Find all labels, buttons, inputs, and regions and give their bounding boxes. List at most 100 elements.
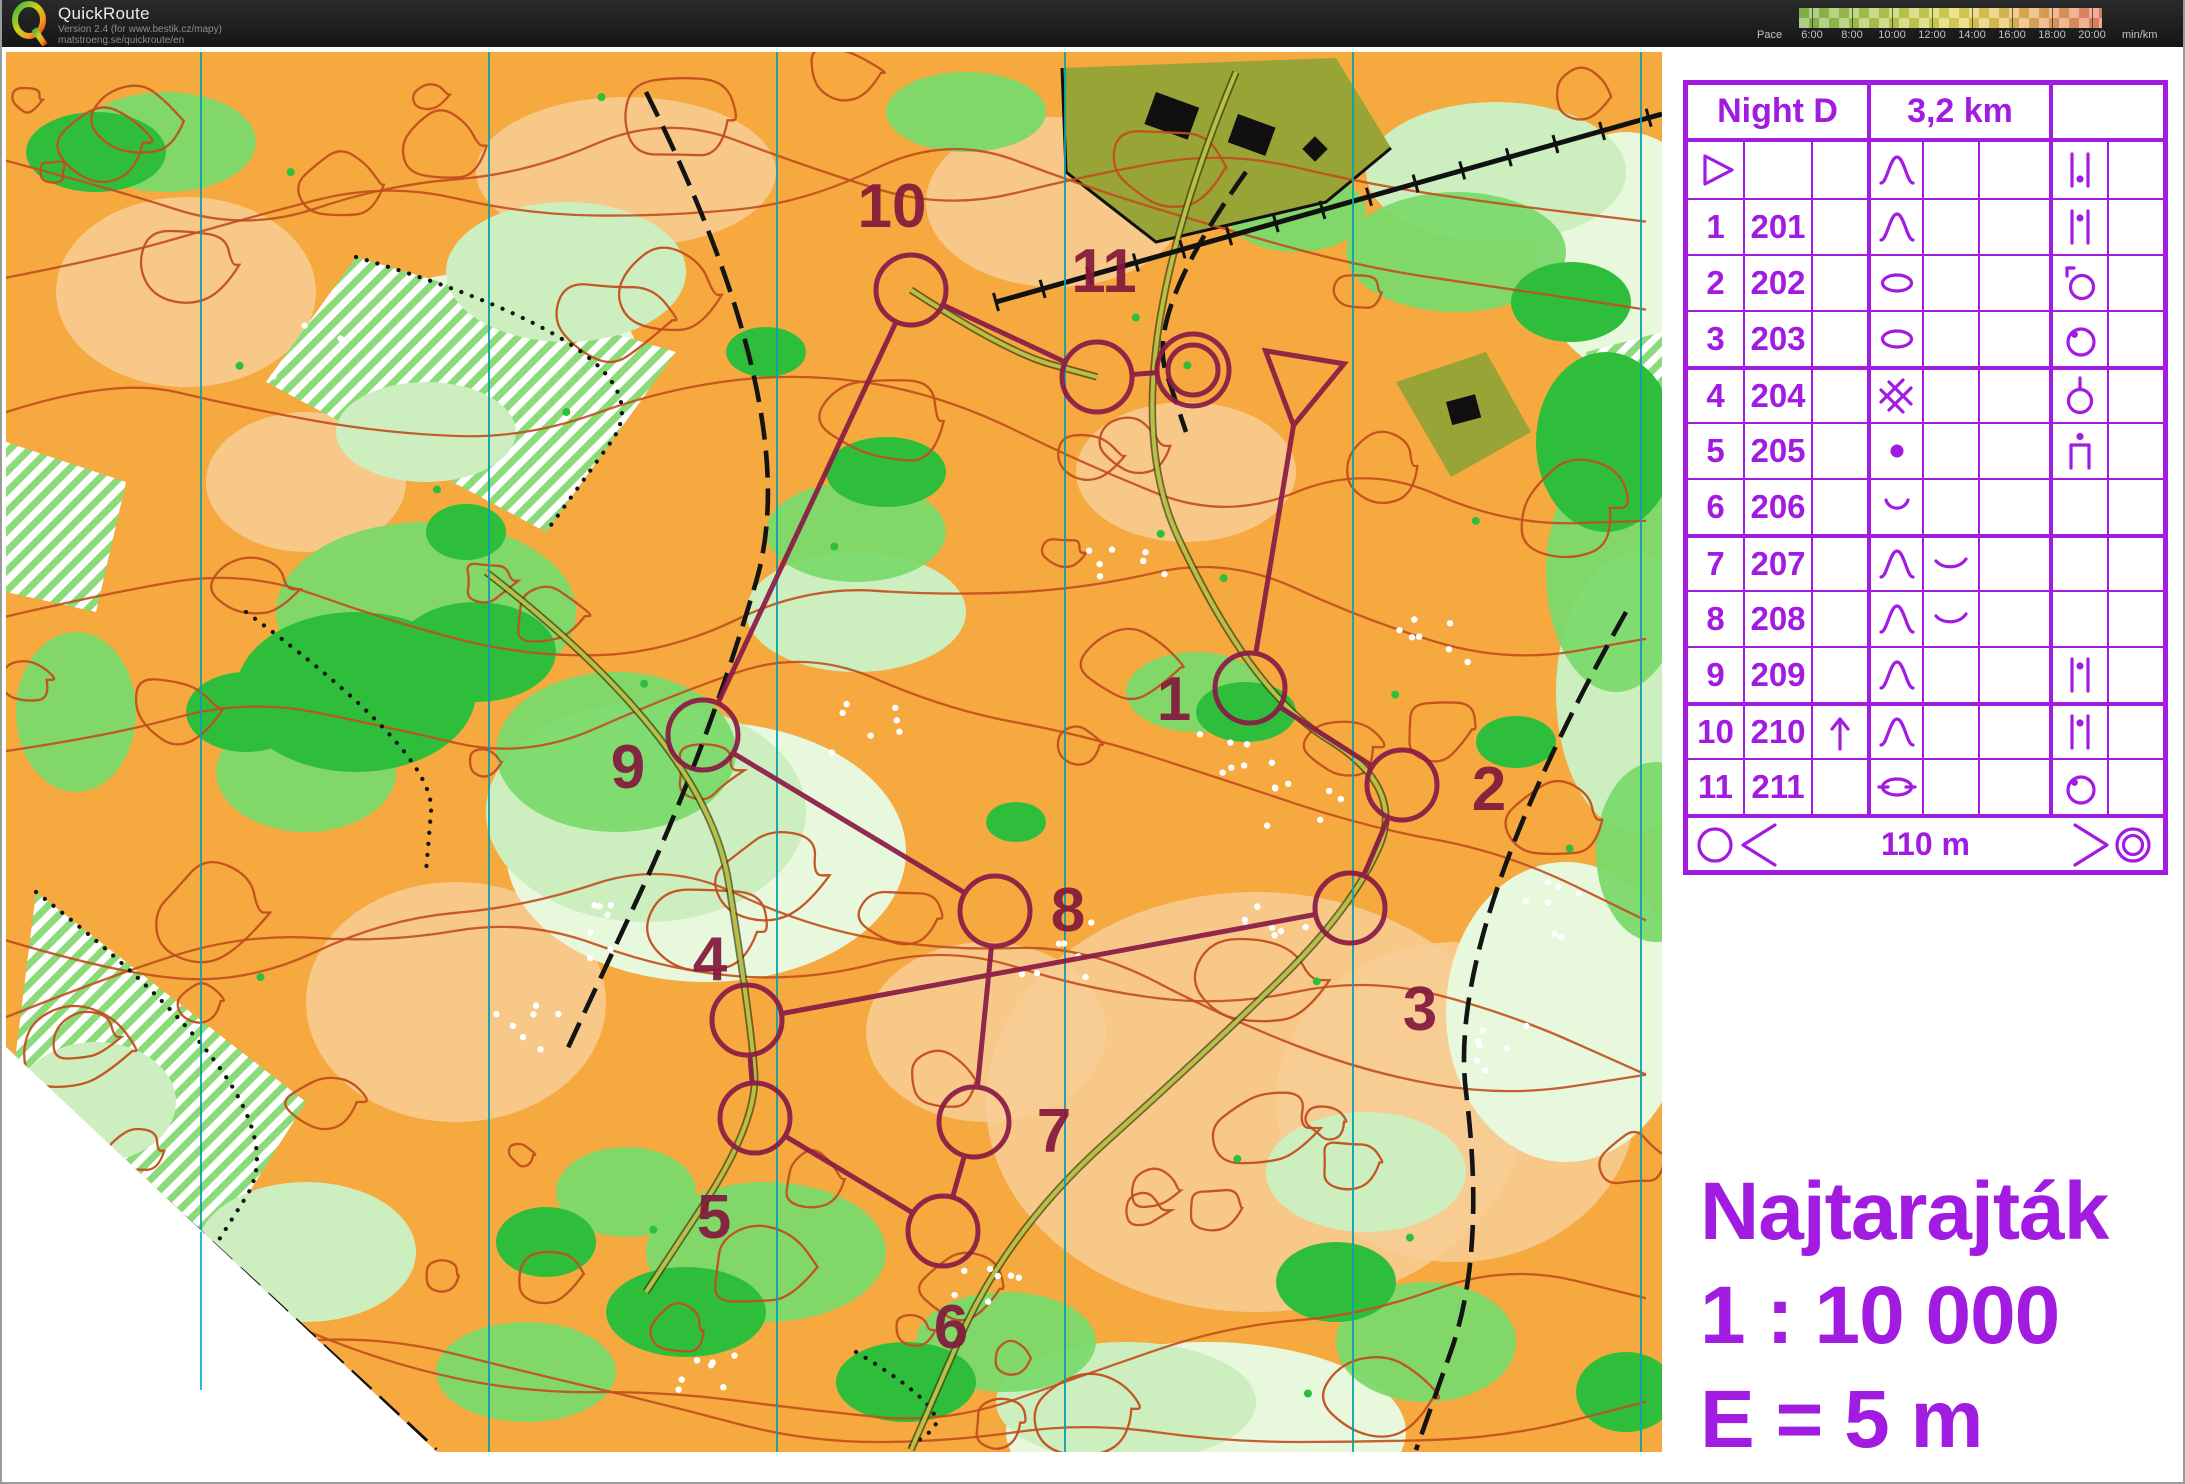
desc-col-d bbox=[1867, 648, 1922, 702]
desc-col-h bbox=[2107, 256, 2163, 310]
control-row: 8208 bbox=[1688, 590, 2163, 646]
arrow-up-icon bbox=[1818, 710, 1862, 754]
desc-col-b: 204 bbox=[1743, 370, 1811, 422]
pace-label: Pace bbox=[1757, 29, 1782, 41]
control-row: 9209 bbox=[1688, 646, 2163, 702]
desc-col-h bbox=[2107, 592, 2163, 646]
desc-col-e bbox=[1922, 424, 1978, 478]
circle-tick-icon bbox=[2058, 261, 2102, 305]
pace-tick-label: 20:00 bbox=[2078, 29, 2106, 41]
pace-scale-tick bbox=[1892, 8, 1893, 28]
desc-col-b: 206 bbox=[1743, 480, 1811, 534]
desc-col-f bbox=[1978, 648, 2049, 702]
pace-scale-tick bbox=[2012, 8, 2013, 28]
desc-col-e bbox=[1922, 200, 1978, 254]
hill-icon bbox=[1875, 148, 1919, 192]
desc-col-d bbox=[1867, 480, 1922, 534]
course-climb bbox=[2049, 85, 2163, 138]
desc-col-e bbox=[1922, 480, 1978, 534]
orienteering-map-canvas[interactable]: 1234567891011 bbox=[6, 52, 1662, 1452]
pace-scale-tick bbox=[1852, 8, 1853, 28]
desc-col-g bbox=[2049, 200, 2107, 254]
desc-col-b bbox=[1743, 142, 1811, 198]
desc-col-f bbox=[1978, 480, 2049, 534]
control-row: 11211 bbox=[1688, 758, 2163, 814]
hill-icon bbox=[1875, 597, 1919, 641]
control-row: 2202 bbox=[1688, 254, 2163, 310]
pace-tick-label: 6:00 bbox=[1801, 29, 1822, 41]
desc-col-d bbox=[1867, 370, 1922, 422]
desc-col-g bbox=[2049, 592, 2107, 646]
ellipse-icon bbox=[1875, 317, 1919, 361]
desc-col-f bbox=[1978, 200, 2049, 254]
desc-col-d bbox=[1867, 760, 1922, 814]
desc-col-h bbox=[2107, 760, 2163, 814]
hill-icon bbox=[1875, 542, 1919, 586]
control-row: 5205 bbox=[1688, 422, 2163, 478]
desc-col-c bbox=[1811, 424, 1867, 478]
crosshatch-icon bbox=[1875, 374, 1919, 418]
desc-col-c bbox=[1811, 370, 1867, 422]
map-scale: 1 : 10 000 bbox=[1700, 1264, 2108, 1368]
desc-col-g bbox=[2049, 424, 2107, 478]
pace-scale-tick bbox=[2092, 8, 2093, 28]
desc-col-c bbox=[1811, 706, 1867, 758]
desc-col-h bbox=[2107, 538, 2163, 590]
desc-col-g bbox=[2049, 370, 2107, 422]
control-number-label: 9 bbox=[611, 733, 645, 802]
map-title-block: Najtarajták 1 : 10 000 E = 5 m bbox=[1700, 1160, 2108, 1472]
control-number-label: 5 bbox=[697, 1183, 731, 1252]
control-number-label: 4 bbox=[693, 925, 728, 994]
desc-col-b: 202 bbox=[1743, 256, 1811, 310]
desc-col-a: 9 bbox=[1688, 648, 1743, 702]
between-high-icon bbox=[2058, 710, 2102, 754]
u-curve-icon bbox=[1875, 485, 1919, 529]
start-row bbox=[1688, 142, 2163, 198]
circle-dot-icon bbox=[2058, 765, 2102, 809]
desc-col-c bbox=[1811, 312, 1867, 366]
desc-col-g bbox=[2049, 480, 2107, 534]
start-icon bbox=[1694, 148, 1738, 192]
desc-col-d bbox=[1867, 200, 1922, 254]
app-version: Version 2.4 (for www.bestik.cz/mapy) bbox=[58, 24, 222, 35]
pace-color-scale bbox=[1799, 8, 2102, 28]
pace-scale-tick bbox=[2052, 8, 2053, 28]
desc-col-e bbox=[1922, 648, 1978, 702]
control-number-label: 2 bbox=[1472, 755, 1506, 824]
control-row: 6206 bbox=[1688, 478, 2163, 534]
pace-tick-label: 12:00 bbox=[1918, 29, 1946, 41]
desc-col-g bbox=[2049, 760, 2107, 814]
leg-line bbox=[750, 1055, 752, 1083]
desc-col-d bbox=[1867, 592, 1922, 646]
finish-funnel-right-icon bbox=[2061, 821, 2161, 869]
desc-col-a: 5 bbox=[1688, 424, 1743, 478]
hill-icon bbox=[1875, 653, 1919, 697]
pace-scale-tick bbox=[1972, 8, 1973, 28]
desc-col-b: 203 bbox=[1743, 312, 1811, 366]
control-number-label: 11 bbox=[1071, 237, 1137, 306]
desc-col-h bbox=[2107, 648, 2163, 702]
desc-col-a: 2 bbox=[1688, 256, 1743, 310]
map-name: Najtarajták bbox=[1700, 1160, 2108, 1264]
pace-tick-label: 16:00 bbox=[1998, 29, 2026, 41]
desc-col-c bbox=[1811, 538, 1867, 590]
desc-col-c bbox=[1811, 480, 1867, 534]
desc-col-d bbox=[1867, 424, 1922, 478]
desc-col-g bbox=[2049, 706, 2107, 758]
desc-col-a: 6 bbox=[1688, 480, 1743, 534]
desc-col-g bbox=[2049, 256, 2107, 310]
desc-col-f bbox=[1978, 312, 2049, 366]
desc-col-h bbox=[2107, 370, 2163, 422]
desc-col-a: 4 bbox=[1688, 370, 1743, 422]
desc-col-c bbox=[1811, 592, 1867, 646]
desc-col-f bbox=[1978, 760, 2049, 814]
desc-col-e bbox=[1922, 142, 1978, 198]
desc-col-e bbox=[1922, 256, 1978, 310]
between-low-icon bbox=[2058, 148, 2102, 192]
desc-col-f bbox=[1978, 370, 2049, 422]
control-description-sheet: Night D 3,2 km 1201220232034204520562067… bbox=[1683, 80, 2168, 875]
pace-scale-tick bbox=[1812, 8, 1813, 28]
desc-col-e bbox=[1922, 760, 1978, 814]
hill-icon bbox=[1875, 205, 1919, 249]
desc-col-d bbox=[1867, 706, 1922, 758]
